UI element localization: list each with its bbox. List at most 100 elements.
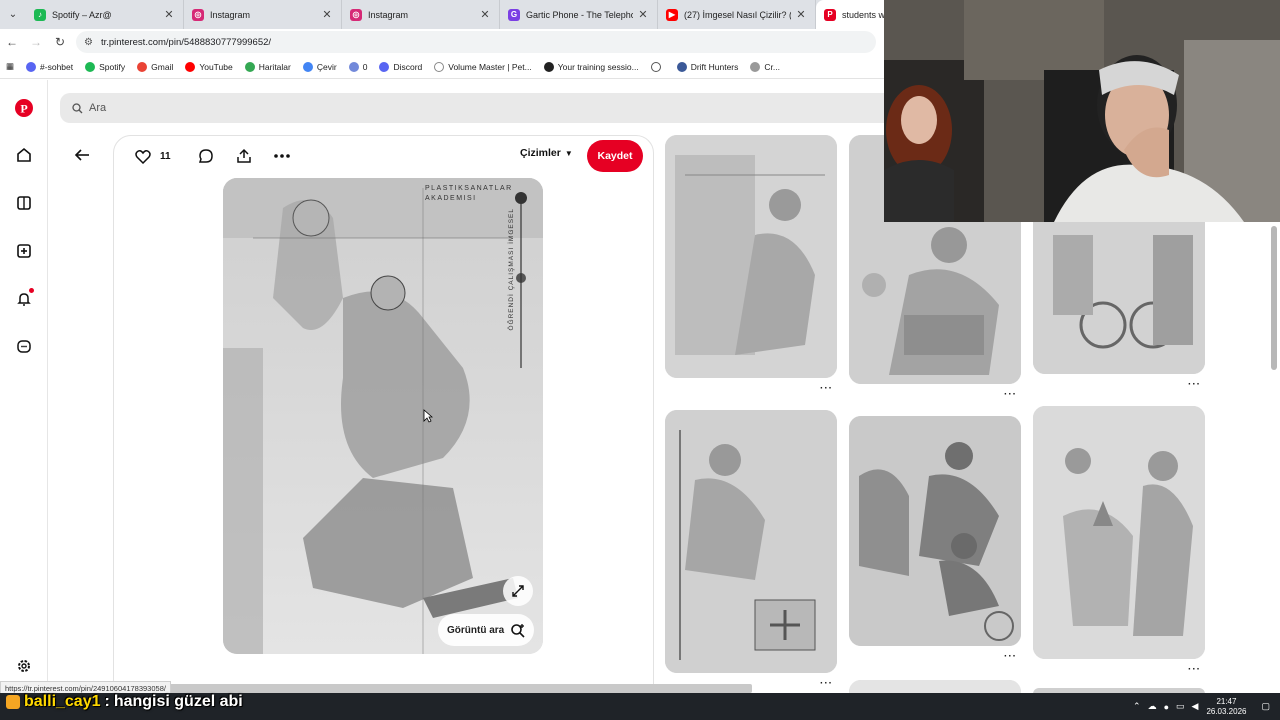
site-info-icon[interactable]: ⚙: [84, 37, 93, 48]
back-button[interactable]: [70, 143, 94, 167]
pin-more-icon[interactable]: ···: [820, 383, 833, 394]
close-tab-icon[interactable]: ✕: [163, 8, 175, 21]
back-arrow-icon[interactable]: ←: [0, 30, 24, 54]
drift-hunters-icon: [676, 61, 687, 72]
bookmark-label: Haritalar: [258, 61, 291, 72]
pin-more-icon[interactable]: ···: [1188, 379, 1201, 390]
vertical-scrollbar[interactable]: [1270, 222, 1278, 690]
notifications-bell-icon[interactable]: [12, 287, 36, 311]
tab-search-button[interactable]: ⌄: [0, 0, 26, 29]
related-pin[interactable]: [1033, 406, 1205, 659]
chat-separator: :: [104, 693, 110, 710]
expand-image-button[interactable]: [503, 576, 533, 606]
bookmark-label: Spotify: [99, 61, 126, 72]
bookmark-gmail[interactable]: Gmail: [137, 61, 174, 72]
bookmark-label: Your training sessio...: [557, 61, 639, 72]
pin-more-icon[interactable]: ···: [1004, 389, 1017, 400]
translate-icon: [302, 61, 313, 72]
globe-icon: [650, 61, 661, 72]
related-pin[interactable]: [665, 135, 837, 378]
pinterest-logo-icon[interactable]: P: [12, 96, 36, 120]
board-selector[interactable]: Çizimler ▼: [520, 147, 573, 159]
tab-title: Instagram: [210, 9, 251, 20]
bookmark-globe[interactable]: [650, 61, 665, 72]
tab-gartic-phone[interactable]: G Gartic Phone - The Telephone G ✕: [500, 0, 658, 29]
messages-icon[interactable]: [12, 335, 36, 359]
notifications-icon[interactable]: ▢: [1261, 701, 1270, 712]
discord-icon: [348, 61, 359, 72]
pin-more-icon[interactable]: ···: [1004, 651, 1017, 662]
more-options-button[interactable]: [269, 143, 295, 169]
chat-username: balli_cay1: [24, 693, 101, 710]
tab-spotify[interactable]: ♪ Spotify – Azr@ ✕: [26, 0, 184, 29]
search-icon: [72, 102, 83, 113]
pin-more-icon[interactable]: ···: [1188, 664, 1201, 675]
close-tab-icon[interactable]: ✕: [479, 8, 491, 21]
explore-icon[interactable]: [12, 191, 36, 215]
bookmark-zero[interactable]: 0: [348, 61, 367, 72]
like-button[interactable]: [130, 143, 156, 169]
settings-gear-icon[interactable]: [12, 654, 36, 678]
instagram-icon: ◎: [350, 8, 362, 21]
clock-time: 21:47: [1216, 696, 1237, 706]
forward-arrow-icon[interactable]: →: [24, 30, 48, 54]
chevron-up-icon[interactable]: ⌃: [1133, 701, 1141, 712]
taskbar-clock[interactable]: 21:47 26.03.2026: [1206, 697, 1246, 717]
share-button[interactable]: [231, 143, 257, 169]
related-pin[interactable]: [665, 410, 837, 673]
bookmark-youtube[interactable]: YouTube: [185, 61, 233, 72]
visual-search-button[interactable]: Görüntü ara: [438, 614, 534, 646]
reload-icon[interactable]: ↻: [48, 30, 72, 54]
address-bar[interactable]: ⚙ tr.pinterest.com/pin/5488830777999652/: [76, 31, 876, 53]
pin-thumbnail-image: [849, 680, 1021, 694]
bookmark-volume-master[interactable]: Volume Master | Pet...: [434, 61, 532, 72]
pin-image[interactable]: PLASTIKSANATLAR AKADEMISI ÖĞRENDİ ÇALIŞM…: [223, 178, 543, 654]
visual-search-label: Görüntü ara: [447, 624, 505, 636]
home-icon[interactable]: [12, 143, 36, 167]
pin-thumbnail-image: [665, 410, 837, 673]
save-button[interactable]: Kaydet: [587, 140, 643, 172]
speaker-icon[interactable]: ◀: [1192, 701, 1199, 712]
bookmark-label: Gmail: [151, 61, 174, 72]
bookmark-label: Çevir: [316, 61, 337, 72]
bookmark-translate[interactable]: Çevir: [302, 61, 337, 72]
board-name: Çizimler: [520, 147, 561, 159]
bookmark-cr[interactable]: Cr...: [750, 61, 780, 72]
spotify-icon: ♪: [34, 8, 46, 21]
create-icon[interactable]: [12, 239, 36, 263]
watermark-text: PLASTIKSANATLAR AKADEMISI: [425, 184, 513, 204]
related-pin[interactable]: [849, 680, 1021, 694]
tab-instagram-1[interactable]: ◎ Instagram ✕: [184, 0, 342, 29]
tab-youtube[interactable]: ▶ (27) İmgesel Nasıl Çizilir? (Mim ✕: [658, 0, 816, 29]
bookmark-maps[interactable]: Haritalar: [244, 61, 291, 72]
pin-more-icon[interactable]: ···: [820, 678, 833, 689]
network-icon[interactable]: ▭: [1176, 701, 1185, 712]
notification-dot: [29, 288, 34, 293]
lens-search-icon: [511, 623, 525, 638]
svg-text:P: P: [20, 102, 27, 116]
bookmark-label: #-sohbet: [40, 61, 74, 72]
close-tab-icon[interactable]: ✕: [321, 8, 333, 21]
bookmark-spotify[interactable]: Spotify: [85, 61, 126, 72]
cloud-icon[interactable]: ☁: [1148, 701, 1157, 712]
mouse-cursor-icon: [423, 409, 433, 423]
scrollbar-thumb[interactable]: [1271, 226, 1277, 370]
pencil-drawing-image: [223, 178, 543, 654]
tab-instagram-2[interactable]: ◎ Instagram ✕: [342, 0, 500, 29]
close-tab-icon[interactable]: ✕: [637, 8, 649, 21]
related-pin[interactable]: [849, 416, 1021, 646]
bookmark-drift-hunters[interactable]: Drift Hunters: [676, 61, 738, 72]
youtube-icon: [185, 61, 196, 72]
apps-icon[interactable]: ▦: [6, 61, 14, 72]
search-input[interactable]: Ara: [60, 93, 900, 123]
vertical-caption: ÖĞRENDİ ÇALIŞMASI İMGESEL: [508, 208, 515, 331]
close-tab-icon[interactable]: ✕: [795, 8, 807, 21]
webcam-video-image: [884, 0, 1280, 222]
system-tray: ⌃ ☁ ● ▭ ◀ 21:47 26.03.2026 ▢: [1126, 693, 1270, 720]
spotify-icon: [85, 61, 96, 72]
comment-button[interactable]: [193, 143, 219, 169]
bookmark-sohbet[interactable]: #-sohbet: [26, 61, 74, 72]
microphone-icon[interactable]: ●: [1164, 702, 1169, 712]
bookmark-discord[interactable]: Discord: [379, 61, 422, 72]
bookmark-training[interactable]: Your training sessio...: [543, 61, 639, 72]
